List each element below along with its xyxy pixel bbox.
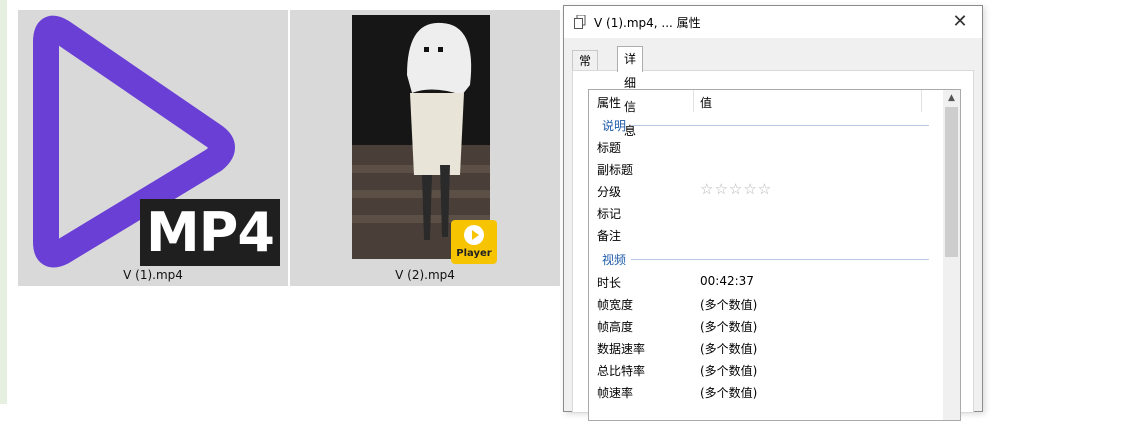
property-value: (多个数值) — [700, 364, 758, 378]
vertical-scrollbar[interactable]: ▲ — [943, 89, 961, 421]
title-bar[interactable]: V (1).mp4, ... 属性 ✕ — [564, 6, 982, 38]
close-button[interactable]: ✕ — [938, 6, 982, 38]
column-header-property[interactable]: 属性 — [597, 94, 621, 111]
property-name[interactable]: 分级 — [597, 183, 621, 200]
property-name[interactable]: 副标题 — [597, 161, 633, 178]
property-name[interactable]: 时长 — [597, 274, 621, 291]
column-divider[interactable] — [921, 90, 922, 112]
property-value: (多个数值) — [700, 342, 758, 356]
list-header: 属性 值 — [589, 90, 944, 112]
left-window-edge — [0, 0, 7, 404]
player-badge-label: Player — [456, 248, 492, 259]
document-icon — [574, 15, 586, 29]
property-name[interactable]: 帧高度 — [597, 318, 633, 335]
property-name[interactable]: 标题 — [597, 139, 621, 156]
property-name[interactable]: 帧速率 — [597, 384, 633, 401]
properties-dialog[interactable]: V (1).mp4, ... 属性 ✕ 常规 详细信息 属性 值 说明 标题 副… — [563, 5, 983, 421]
property-name[interactable]: 数据速率 — [597, 340, 645, 357]
property-name[interactable]: 帧宽度 — [597, 296, 633, 313]
file-name-label: V (2).mp4 — [395, 268, 455, 282]
column-divider[interactable] — [693, 90, 694, 112]
play-icon — [464, 225, 484, 245]
property-name[interactable]: 总比特率 — [597, 362, 645, 379]
section-divider — [631, 125, 929, 126]
scroll-up-arrow-icon[interactable]: ▲ — [943, 90, 960, 107]
scrollbar-thumb[interactable] — [945, 107, 958, 257]
tab-details[interactable]: 详细信息 — [617, 46, 644, 138]
dialog-title: V (1).mp4, ... 属性 — [594, 16, 701, 30]
property-name[interactable]: 备注 — [597, 227, 621, 244]
property-value: (多个数值) — [700, 320, 758, 334]
section-header-video: 视频 — [602, 253, 627, 267]
tab-general[interactable]: 常规 — [572, 50, 599, 88]
rating-stars[interactable]: ☆☆☆☆☆ — [700, 180, 772, 198]
section-divider — [631, 259, 929, 260]
player-badge: Player — [451, 220, 497, 264]
property-name[interactable]: 标记 — [597, 205, 621, 222]
section-header-description: 说明 — [602, 119, 627, 133]
column-header-value[interactable]: 值 — [700, 94, 712, 111]
mp4-badge: MP4 — [140, 199, 280, 266]
property-value: (多个数值) — [700, 298, 758, 312]
property-list[interactable]: 属性 值 说明 标题 副标题 分级 ☆☆☆☆☆ 标记 备注 视频 时长 00:4… — [588, 89, 945, 421]
property-value: 00:42:37 — [700, 274, 754, 288]
file-name-label: V (1).mp4 — [123, 268, 183, 282]
property-value: (多个数值) — [700, 386, 758, 400]
